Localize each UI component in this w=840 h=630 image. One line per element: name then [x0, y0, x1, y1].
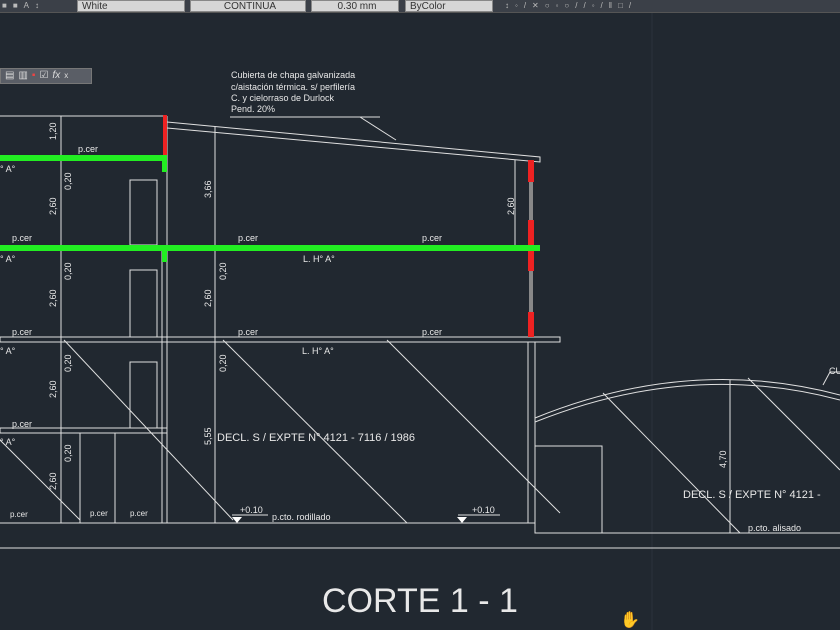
slab-label: L. H° A° — [303, 254, 335, 264]
dim-text: 0,20 — [63, 354, 73, 372]
dim-text: 2,60 — [506, 197, 516, 215]
roof-label-partial: CU — [829, 366, 840, 376]
drawing-canvas[interactable]: Cubierta de chapa galvanizada c/aistació… — [0, 0, 840, 630]
floating-toolbar: ▤ ▥ ▪ ☑ fx x — [0, 68, 92, 84]
toolbar-icons-right[interactable]: ↕◦/✕○◦○//◦/‖□/ — [505, 0, 637, 12]
dim-text: 2,60 — [48, 380, 58, 398]
roof-note-3: C. y cielorraso de Durlock — [231, 93, 335, 103]
linework — [0, 13, 840, 630]
section-title: CORTE 1 - 1 — [322, 582, 518, 620]
dim-text: 0,20 — [63, 262, 73, 280]
plotstyle-dropdown[interactable]: ByColor — [405, 0, 493, 12]
properties-toolbar: ■■A↕ White CONTINUA 0.30 mm ByColor ↕◦/✕… — [0, 0, 840, 13]
dim-text: 1,20 — [48, 122, 58, 140]
dim-text: 4,70 — [718, 450, 728, 468]
lineweight-dropdown[interactable]: 0.30 mm — [311, 0, 399, 12]
slab-label: L. H° A° — [302, 346, 334, 356]
dim-text: 2,60 — [203, 289, 213, 307]
pcer-label: p.cer — [422, 233, 442, 243]
pcer-label: p.cer — [90, 509, 108, 518]
dim-text: 0,20 — [218, 354, 228, 372]
slab-label: ° A° — [0, 346, 16, 356]
cell-style-icon[interactable]: ▪ — [32, 69, 36, 83]
pcer-label: p.cer — [10, 510, 28, 519]
level-mark: +0.10 — [240, 505, 263, 515]
slab-middle — [0, 245, 540, 251]
color-dropdown[interactable]: White — [77, 0, 185, 12]
slabs — [0, 155, 540, 262]
pcer-label: p.cer — [422, 327, 442, 337]
roof-note-4: Pend. 20% — [231, 104, 275, 114]
annotations: Cubierta de chapa galvanizada c/aistació… — [0, 70, 840, 620]
close-icon[interactable]: x — [64, 69, 68, 83]
slab-label: ° A° — [0, 254, 16, 264]
table-icon[interactable]: ▤ — [5, 69, 14, 83]
column-icon[interactable]: ▥ — [18, 69, 27, 83]
linetype-dropdown[interactable]: CONTINUA — [190, 0, 306, 12]
dim-text: 5,55 — [203, 427, 213, 445]
floor-finish-label: p.cto. rodillado — [272, 512, 331, 522]
slab-label: ° A° — [0, 437, 16, 447]
declaration-text: DECL. S / EXPTE N° 4121 - — [683, 489, 821, 501]
toolbar-icons-left[interactable]: ■■A↕ — [2, 0, 45, 12]
floor-finish-label: p.cto. alisado — [748, 523, 801, 533]
slab-upper — [0, 155, 165, 161]
dim-text: 0,20 — [218, 262, 228, 280]
pcer-label: p.cer — [238, 327, 258, 337]
level-mark: +0.10 — [472, 505, 495, 515]
pcer-label: p.cer — [238, 233, 258, 243]
level-markers — [232, 517, 467, 523]
dim-text: 0,20 — [63, 172, 73, 190]
declaration-text: DECL. S / EXPTE N° 4121 - 7116 / 1986 — [217, 432, 415, 444]
columns — [163, 115, 534, 337]
dim-text: 3,66 — [203, 180, 213, 198]
slab-label: ° A° — [0, 164, 16, 174]
hand-pan-cursor-icon: ✋ — [620, 612, 640, 629]
pcer-label: p.cer — [130, 509, 148, 518]
field-icon[interactable]: ☑ — [39, 69, 48, 83]
formula-icon[interactable]: fx — [52, 69, 60, 83]
roof-note-1: Cubierta de chapa galvanizada — [231, 70, 355, 80]
dim-text: 2,60 — [48, 197, 58, 215]
dim-text: 2,60 — [48, 289, 58, 307]
pcer-label: p.cer — [12, 419, 32, 429]
pcer-label: p.cer — [12, 233, 32, 243]
dim-text: 2,60 — [48, 472, 58, 490]
pcer-label: p.cer — [12, 327, 32, 337]
dim-text: 0,20 — [63, 444, 73, 462]
pcer-label: p.cer — [78, 144, 98, 154]
roof-note-2: c/aistación térmica. s/ perfilería — [231, 82, 355, 92]
